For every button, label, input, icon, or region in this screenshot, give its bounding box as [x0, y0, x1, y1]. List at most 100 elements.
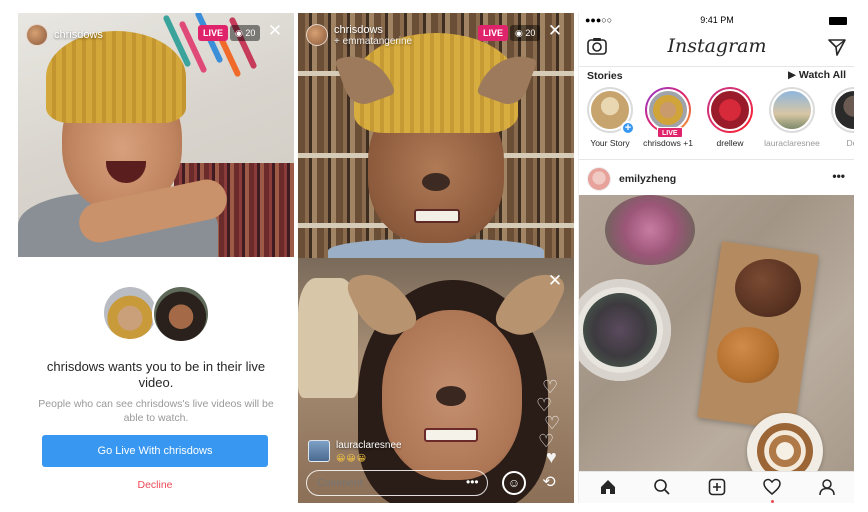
eye-icon: ◉ [235, 28, 246, 38]
live-comment: lauraclaresnee 😀😀😀 [308, 440, 402, 464]
viewer-count: 20 [245, 28, 256, 38]
live-invite-screen: chrisdows LIVE ◉ 20 ✕ chrisdows wants yo… [18, 13, 294, 503]
host-avatar[interactable] [26, 24, 48, 46]
live-tag: LIVE [657, 127, 683, 138]
header-names: chrisdows + emmatangerine [334, 24, 412, 47]
succulent [583, 293, 657, 367]
story-avatar [833, 89, 854, 131]
commenter-handle: lauraclaresnee [336, 440, 402, 451]
screenshot-root: chrisdows LIVE ◉ 20 ✕ chrisdows wants yo… [0, 0, 868, 512]
host-video-feed: chrisdows + emmatangerine LIVE ◉ 20 ✕ [298, 13, 574, 258]
close-icon[interactable]: ✕ [546, 22, 564, 40]
story-avatar [771, 89, 813, 131]
bottom-tab-bar [579, 471, 854, 503]
story-ring [769, 87, 815, 133]
heart-icon: ♡ [536, 395, 553, 415]
story-lauraclaresnee[interactable]: lauraclaresnee [761, 87, 823, 148]
story-deit[interactable]: Deit [823, 87, 854, 148]
story-name: drellew [716, 138, 744, 148]
viewer-count-badge: ◉ 20 [230, 25, 261, 41]
live-badge: LIVE [198, 25, 229, 41]
search-icon[interactable] [651, 478, 673, 500]
flip-camera-icon[interactable]: ⟲ [536, 471, 562, 495]
guest-line: + emmatangerine [334, 36, 412, 47]
instagram-feed-screen: ●●●○○ 9:41 PM Instagram Stories ▶ Watch … [578, 13, 854, 503]
host-handle[interactable]: chrisdows [54, 29, 103, 41]
close-icon[interactable]: ✕ [266, 22, 284, 40]
story-name: lauraclaresnee [764, 138, 820, 148]
eye-icon: ◉ [515, 28, 526, 38]
orange-muffin [717, 327, 779, 383]
top-nav: Instagram [579, 29, 854, 67]
viewer-count: 20 [525, 28, 536, 38]
story-name: Your Story [590, 138, 630, 148]
post-author-avatar[interactable] [587, 167, 611, 191]
guest-avatar-large [152, 285, 210, 343]
guest-handle: emmatangerine [342, 35, 413, 47]
profile-icon[interactable] [816, 478, 838, 500]
invite-title: chrisdows wants you to be in their live … [46, 359, 266, 390]
stories-label: Stories [587, 70, 623, 82]
host-avatar[interactable] [306, 24, 328, 46]
plush-toy [298, 278, 358, 398]
post-author-handle[interactable]: emilyzheng [619, 173, 676, 185]
participants-avatars [102, 285, 210, 343]
host-teeth [414, 209, 460, 223]
chocolate-muffin [735, 259, 801, 317]
guest-video-feed: ✕ ♡ ♡ ♡ ♡ ♥ lauraclaresnee 😀😀😀 ••• ☺ ⟲ [298, 258, 574, 503]
heart-icon: ♥ [546, 447, 557, 467]
dog-filter-nose [422, 173, 450, 191]
comment-body: lauraclaresnee 😀😀😀 [336, 440, 402, 464]
story-chrisdows-live[interactable]: LIVE chrisdows +1 [637, 87, 699, 148]
host-avatar-large [102, 285, 158, 341]
comment-input[interactable] [306, 470, 488, 496]
story-ring [707, 87, 753, 133]
home-icon[interactable] [597, 478, 619, 500]
post-header: emilyzheng ••• [579, 163, 854, 195]
decline-button[interactable]: Decline [42, 479, 268, 491]
story-avatar [647, 89, 689, 131]
stories-tray: + Your Story LIVE chrisdows +1 drellew l… [579, 87, 854, 155]
story-avatar [709, 89, 751, 131]
invite-description: People who can see chrisdows's live vide… [38, 398, 274, 424]
go-live-button[interactable]: Go Live With chrisdows [42, 435, 268, 467]
status-bar: ●●●○○ 9:41 PM [579, 13, 854, 29]
more-options-icon[interactable]: ••• [466, 475, 479, 489]
story-name: Deit [846, 138, 854, 148]
split-live-screen: chrisdows + emmatangerine LIVE ◉ 20 ✕ ✕ … [298, 13, 574, 503]
dog-filter-nose [436, 386, 466, 406]
heart-icon: ♡ [542, 377, 559, 397]
app-logo: Instagram [667, 35, 767, 57]
viewer-count-badge: ◉ 20 [510, 25, 541, 41]
add-post-icon[interactable] [706, 478, 728, 500]
guest-teeth [424, 428, 478, 442]
host-handle[interactable]: chrisdows [334, 24, 412, 36]
battery-icon [829, 17, 847, 25]
latte-art [757, 423, 813, 471]
direct-message-icon[interactable] [827, 37, 847, 57]
plus-icon: + [334, 35, 343, 47]
watch-all-button[interactable]: ▶ Watch All [788, 69, 846, 81]
floating-hearts: ♡ ♡ ♡ ♡ ♥ [534, 378, 564, 468]
host-live-video: chrisdows LIVE ◉ 20 ✕ [18, 13, 294, 257]
divider [579, 159, 854, 160]
story-your-story[interactable]: + Your Story [579, 87, 641, 148]
post-image[interactable] [579, 195, 854, 471]
heart-icon: ♡ [544, 413, 561, 433]
flower-bowl [605, 195, 695, 265]
post-more-icon[interactable]: ••• [832, 169, 845, 183]
activity-heart-icon[interactable] [761, 478, 783, 500]
story-ring: LIVE [645, 87, 691, 138]
notification-dot [771, 500, 774, 503]
story-name: chrisdows +1 [643, 138, 693, 148]
add-story-icon[interactable]: + [621, 121, 635, 135]
story-ring: + [587, 87, 635, 135]
story-ring [831, 87, 854, 133]
comment-text: 😀😀😀 [336, 453, 368, 463]
status-time: 9:41 PM [700, 15, 734, 25]
live-badge: LIVE [478, 25, 509, 41]
remove-guest-close-icon[interactable]: ✕ [546, 272, 564, 290]
commenter-avatar [308, 440, 330, 462]
face-filter-icon[interactable]: ☺ [502, 471, 526, 495]
story-drellew[interactable]: drellew [699, 87, 761, 148]
